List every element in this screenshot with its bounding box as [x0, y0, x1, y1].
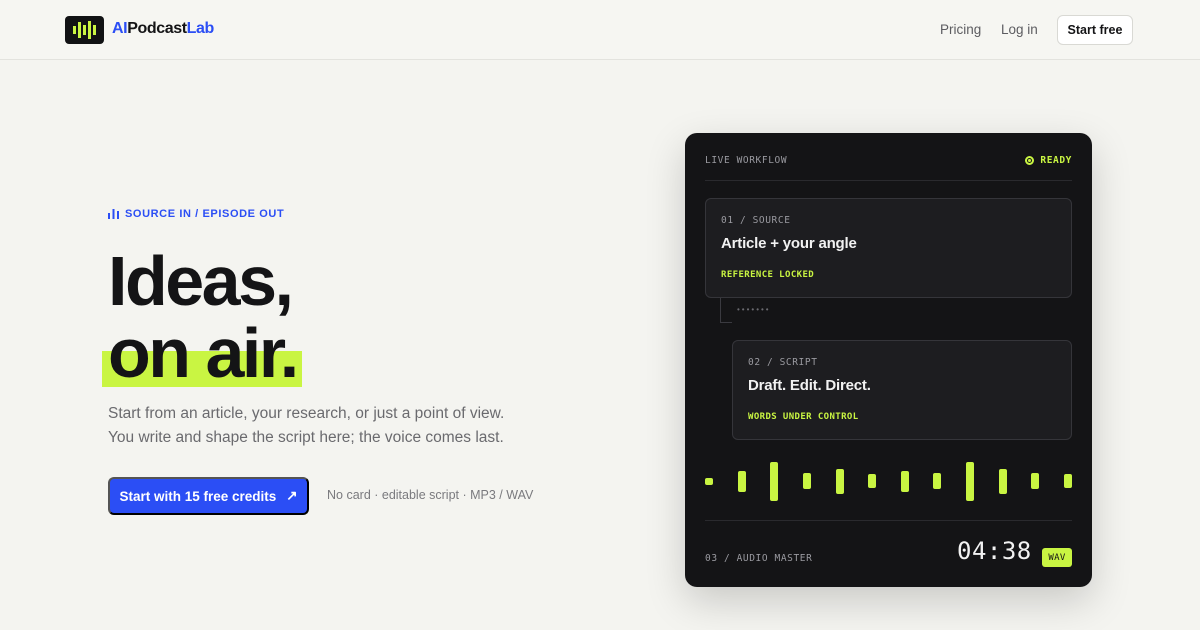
cta-label: Start with 15 free credits — [119, 488, 277, 504]
audio-timer: 04:38 — [957, 537, 1032, 565]
card-divider-top — [705, 180, 1072, 181]
waveform-bar — [901, 471, 909, 492]
workflow-card: LIVE WORKFLOW READY 01 / SOURCE Article … — [685, 133, 1092, 587]
start-free-button[interactable]: Start free — [1057, 15, 1133, 45]
step-status: WORDS UNDER CONTROL — [748, 412, 859, 422]
step-title: Draft. Edit. Direct. — [748, 377, 871, 394]
waveform-bar — [1064, 474, 1072, 488]
waveform-bar — [803, 473, 811, 489]
status-badge: READY — [1025, 155, 1072, 166]
hero-subtext: Start from an article, your research, or… — [108, 402, 568, 450]
step-source: 01 / SOURCE Article + your angle REFEREN… — [705, 198, 1072, 298]
connector-dots: ••••••• — [737, 305, 771, 314]
card-title: LIVE WORKFLOW — [705, 155, 788, 166]
cta-note: No card · editable script · MP3 / WAV — [327, 488, 534, 502]
step-connector — [720, 298, 721, 322]
waveform-bar — [966, 462, 974, 501]
headline-line-2: on air. — [108, 314, 299, 392]
audio-waveform — [705, 458, 1072, 504]
brand-name[interactable]: AIPodcastLab — [112, 20, 214, 38]
waveform-bar — [933, 473, 941, 489]
eyebrow-text: SOURCE IN / EPISODE OUT — [125, 208, 285, 220]
card-divider-bottom — [705, 520, 1072, 521]
waveform-bar — [999, 469, 1007, 494]
waveform-bar — [770, 462, 778, 501]
brand-mid: Podcast — [127, 20, 187, 37]
top-nav: AIPodcastLab Pricing Log in Start free — [0, 0, 1200, 60]
start-free-credits-button[interactable]: Start with 15 free credits ↗ — [108, 477, 309, 515]
waveform-bar — [738, 471, 746, 492]
step-script: 02 / SCRIPT Draft. Edit. Direct. WORDS U… — [732, 340, 1072, 440]
subtext-line-2: You write and shape the script here; the… — [108, 429, 504, 446]
waveform-bar — [1031, 473, 1039, 489]
arrow-up-right-icon: ↗ — [286, 488, 298, 503]
bars-icon — [108, 209, 119, 219]
step-number: 02 / SCRIPT — [748, 357, 818, 368]
waveform-bar — [868, 474, 876, 488]
waveform-bar — [705, 478, 713, 485]
headline-line-1: Ideas, — [108, 242, 294, 320]
brand-suffix: Lab — [186, 20, 215, 37]
nav-link-pricing[interactable]: Pricing — [940, 22, 981, 37]
nav-link-login[interactable]: Log in — [1001, 22, 1038, 37]
audio-master-label: 03 / AUDIO MASTER — [705, 553, 813, 564]
format-badge: WAV — [1042, 548, 1072, 567]
step-title: Article + your angle — [721, 235, 857, 252]
brand-prefix: AI — [112, 20, 128, 37]
step-number: 01 / SOURCE — [721, 215, 791, 226]
status-dot-icon — [1025, 156, 1035, 165]
hero-eyebrow: SOURCE IN / EPISODE OUT — [108, 208, 284, 220]
step-connector-h — [720, 322, 732, 323]
logo-waveform-icon[interactable] — [65, 16, 104, 44]
waveform-bar — [836, 469, 844, 494]
status-text: READY — [1040, 155, 1072, 166]
subtext-line-1: Start from an article, your research, or… — [108, 405, 505, 422]
step-status: REFERENCE LOCKED — [721, 270, 815, 280]
